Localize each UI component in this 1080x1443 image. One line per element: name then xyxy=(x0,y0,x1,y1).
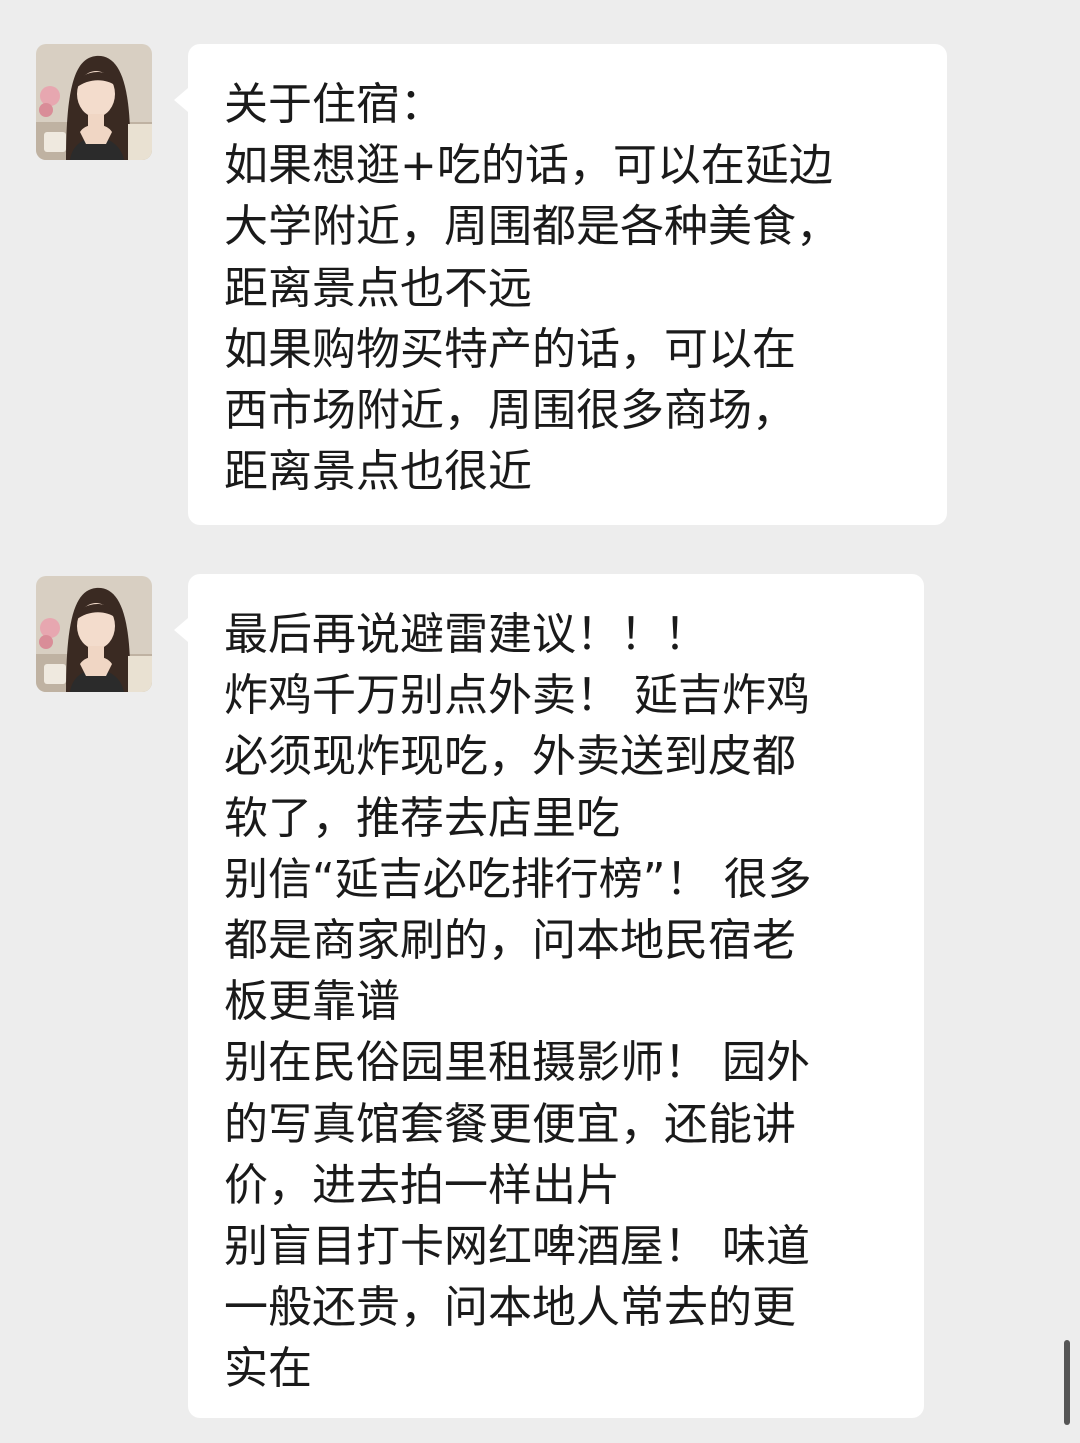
message-line: 别盲目打卡网红啤酒屋！ 味道 xyxy=(224,1220,810,1272)
message-line: 如果想逛+吃的话，可以在延边 xyxy=(224,140,833,192)
scrollbar[interactable] xyxy=(1064,1340,1070,1425)
message-line: 软了，推荐去店里吃 xyxy=(224,792,620,844)
message-line: 都是商家刷的，问本地民宿老 xyxy=(224,914,796,966)
message-line: 距离景点也很近 xyxy=(224,446,532,498)
contact-avatar[interactable] xyxy=(36,44,152,160)
message-line: 一般还贵，问本地人常去的更 xyxy=(224,1282,796,1334)
message-line: 的写真馆套餐更便宜，还能讲 xyxy=(224,1098,796,1150)
message-line: 别信“延吉必吃排行榜”！ 很多 xyxy=(224,853,812,905)
message-line: 距离景点也不远 xyxy=(224,262,532,314)
message-line: 实在 xyxy=(224,1343,312,1395)
message-line: 如果购物买特产的话，可以在 xyxy=(224,323,796,375)
message-line: 西市场附近，周围很多商场， xyxy=(224,384,796,436)
avatar-photo xyxy=(36,44,152,160)
contact-avatar[interactable] xyxy=(36,576,152,692)
message-line: 大学附近，周围都是各种美食， xyxy=(224,201,840,253)
message-line: 关于住宿： xyxy=(224,79,444,130)
message-line: 价，进去拍一样出片 xyxy=(224,1159,620,1211)
message-bubble[interactable]: 关于住宿： 如果想逛+吃的话，可以在延边 大学附近，周围都是各种美食， 距离景点… xyxy=(174,44,947,525)
avatar-photo xyxy=(36,576,152,692)
message-line: 必须现炸现吃，外卖送到皮都 xyxy=(224,731,796,783)
message-bubble[interactable]: 最后再说避雷建议！！！ 炸鸡千万别点外卖！ 延吉炸鸡 必须现炸现吃，外卖送到皮都… xyxy=(174,574,924,1418)
message-line: 最后再说避雷建议！！！ xyxy=(224,609,708,660)
message-line: 板更靠谱 xyxy=(224,976,400,1028)
message-line: 炸鸡千万别点外卖！ 延吉炸鸡 xyxy=(224,670,810,722)
message-line: 别在民俗园里租摄影师！ 园外 xyxy=(224,1037,810,1089)
